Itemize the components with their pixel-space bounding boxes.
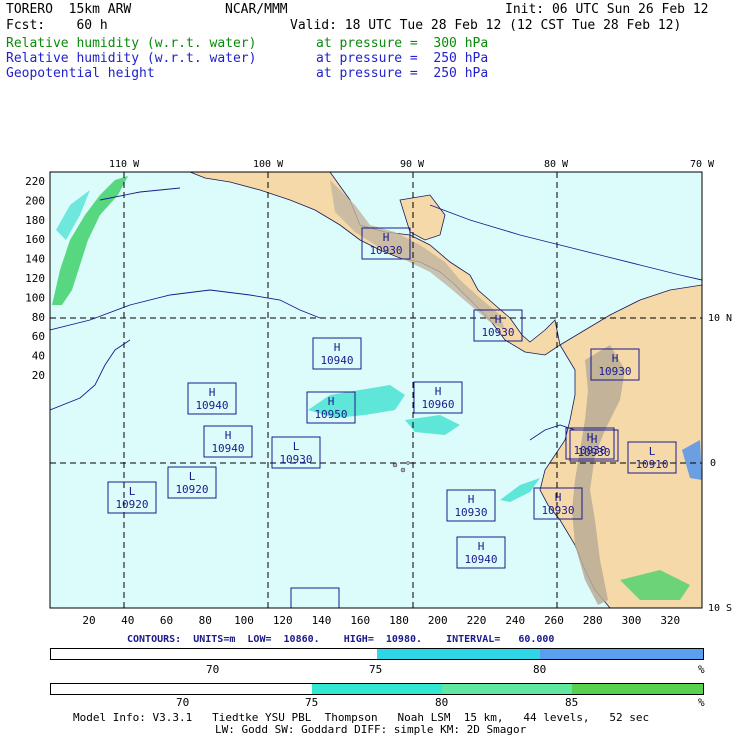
lon-label: 110 W (109, 159, 140, 170)
pressure-center-value: 10940 (195, 399, 228, 412)
colorbar2-tick: 75 (305, 696, 319, 709)
colorbar2-tick: % (698, 696, 705, 709)
pressure-center-value: 10930 (481, 326, 514, 339)
lat-label: 10 S (708, 603, 732, 614)
lon-label: 70 W (690, 159, 715, 170)
galapagos-island (392, 462, 398, 468)
y-tick-label: 60 (32, 330, 45, 343)
lat-label: 0 (710, 458, 716, 469)
colorbar-300hpa (50, 683, 704, 695)
y-tick-label: 200 (25, 194, 45, 207)
x-tick-label: 320 (660, 614, 680, 627)
x-tick-label: 220 (467, 614, 487, 627)
colorbar-seg (442, 684, 572, 694)
pressure-center-type: H (612, 352, 619, 365)
lon-labels: 110 W 100 W 90 W 80 W 70 W (109, 159, 715, 170)
x-tick-label: 200 (428, 614, 448, 627)
model-physics: LW: Godd SW: Goddard DIFF: simple KM: 2D… (215, 723, 527, 736)
lon-label: 100 W (253, 159, 284, 170)
pressure-center-value: 10920 (115, 498, 148, 511)
pressure-center-value: 10930 (454, 506, 487, 519)
y-tick-label: 140 (25, 253, 45, 266)
pressure-center-value: 10930 (577, 446, 610, 459)
pressure-center-type: H (209, 386, 216, 399)
pressure-center-type: L (189, 470, 196, 483)
y-tick-label: 160 (25, 233, 45, 246)
pressure-center-type: H (383, 231, 390, 244)
pressure-center-type: H (591, 433, 598, 446)
pressure-center-type: H (495, 313, 502, 326)
pressure-center-value: 10950 (314, 408, 347, 421)
pressure-center-value: 10940 (464, 553, 497, 566)
pressure-center-value: 10940 (211, 442, 244, 455)
pressure-center-value: 10910 (635, 458, 668, 471)
x-tick-label: 100 (234, 614, 254, 627)
x-tick-label: 240 (505, 614, 525, 627)
x-tick-label: 300 (622, 614, 642, 627)
pressure-center-type: H (328, 395, 335, 408)
pressure-center-type: H (435, 385, 442, 398)
y-tick-label: 100 (25, 291, 45, 304)
colorbar-250hpa (50, 648, 704, 660)
pressure-center-type: H (225, 429, 232, 442)
pressure-center-type: H (478, 540, 485, 553)
weather-map: H10930H10930H10940 H10930H10940 H10950H109… (25, 159, 732, 627)
pressure-center-value: 10930 (598, 365, 631, 378)
x-tick-label: 80 (199, 614, 212, 627)
x-tick-label: 20 (82, 614, 95, 627)
galapagos-island (400, 467, 406, 473)
x-tick-label: 160 (350, 614, 370, 627)
y-tick-label: 20 (32, 369, 45, 382)
pressure-center-type: H (555, 491, 562, 504)
x-tick-label: 120 (273, 614, 293, 627)
colorbar-seg (572, 684, 703, 694)
colorbar-seg (51, 684, 312, 694)
x-tick-label: 40 (121, 614, 134, 627)
pressure-center-value: 10930 (279, 453, 312, 466)
y-tick-label: 40 (32, 350, 45, 363)
x-tick-label: 280 (583, 614, 603, 627)
x-tick-label: 180 (389, 614, 409, 627)
pressure-center-value: 10930 (369, 244, 402, 257)
colorbar-seg (51, 649, 377, 659)
lon-label: 80 W (544, 159, 569, 170)
galapagos-island (406, 461, 410, 465)
lat-label: 10 N (708, 313, 732, 324)
x-tick-label: 60 (160, 614, 173, 627)
pressure-center-value: 10920 (175, 483, 208, 496)
pressure-center-type: L (129, 485, 136, 498)
colorbar1-tick: 75 (369, 663, 383, 676)
x-axis-ticks: 20 40 60 80 100 120 140 160 180 200 220 240 260 280 30… (82, 614, 680, 627)
x-tick-label: 260 (544, 614, 564, 627)
lon-label: 90 W (400, 159, 425, 170)
pressure-center-type: L (293, 440, 300, 453)
colorbar1-tick: 70 (206, 663, 220, 676)
colorbar-seg (377, 649, 540, 659)
pressure-center-value: 10960 (421, 398, 454, 411)
colorbar2-tick: 80 (435, 696, 449, 709)
contour-info: CONTOURS: UNITS=m LOW= 10860. HIGH= 1098… (127, 634, 555, 645)
y-tick-label: 120 (25, 272, 45, 285)
pressure-center-value: 10930 (541, 504, 574, 517)
x-tick-label: 140 (312, 614, 332, 627)
y-tick-label: 180 (25, 214, 45, 227)
pressure-center-type: L (649, 445, 656, 458)
y-axis-ticks: 220 200 180 160 140 120 100 80 60 40 20 (25, 175, 45, 382)
colorbar1-tick: % (698, 663, 705, 676)
pressure-center-value: 10940 (320, 354, 353, 367)
colorbar2-tick: 70 (176, 696, 190, 709)
colorbar-seg (540, 649, 703, 659)
lat-labels: 10 N 0 10 S (708, 313, 732, 614)
colorbar-seg (312, 684, 442, 694)
colorbar1-tick: 80 (533, 663, 547, 676)
colorbar2-tick: 85 (565, 696, 579, 709)
y-tick-label: 80 (32, 311, 45, 324)
y-tick-label: 220 (25, 175, 45, 188)
pressure-center-type: H (468, 493, 475, 506)
pressure-center-type: H (334, 341, 341, 354)
